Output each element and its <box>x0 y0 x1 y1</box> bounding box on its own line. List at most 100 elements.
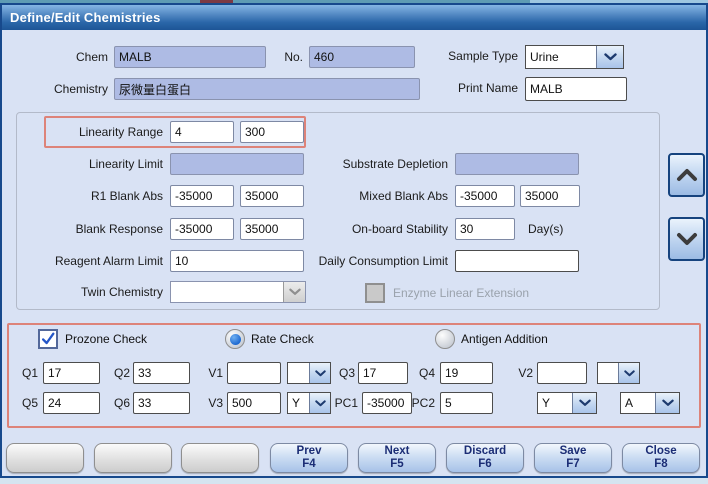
pc-flag1-dropdown-button[interactable] <box>572 393 596 413</box>
q4-field[interactable] <box>440 362 493 384</box>
pc-flag1-value: Y <box>538 393 572 413</box>
q1-label: Q1 <box>2 362 38 384</box>
v1-field[interactable] <box>227 362 281 384</box>
button-label: Discard <box>447 445 523 458</box>
chevron-down-icon <box>662 399 674 407</box>
dialog-title: Define/Edit Chemistries <box>10 10 161 25</box>
chevron-down-icon <box>579 399 591 407</box>
v1-label: V1 <box>187 362 223 384</box>
prev-button[interactable]: Prev F4 <box>270 443 348 473</box>
q6-field[interactable] <box>133 392 190 414</box>
button-fkey: F6 <box>447 458 523 471</box>
blank-response-low-field[interactable] <box>170 218 234 240</box>
scroll-down-button[interactable] <box>668 217 705 261</box>
button-fkey: F5 <box>359 458 435 471</box>
rate-check-radio[interactable] <box>225 329 245 349</box>
chem-label: Chem <box>2 46 108 68</box>
mixed-blank-abs-low-field[interactable] <box>455 185 515 207</box>
pc2-field[interactable] <box>440 392 493 414</box>
r1-blank-abs-low-field[interactable] <box>170 185 234 207</box>
twin-chemistry-dropdown-button <box>283 282 305 302</box>
v2-unit-dropdown-button[interactable] <box>618 363 639 383</box>
onboard-stability-label: On-board Stability <box>242 218 448 240</box>
button-fkey: F7 <box>535 458 611 471</box>
mixed-blank-abs-label: Mixed Blank Abs <box>242 185 448 207</box>
button-label: Close <box>623 445 699 458</box>
blank-response-label: Blank Response <box>2 218 163 240</box>
pc-flag2-select[interactable]: A <box>620 392 680 414</box>
q5-label: Q5 <box>2 392 38 414</box>
antigen-addition-radio[interactable] <box>435 329 455 349</box>
r1-blank-abs-label: R1 Blank Abs <box>2 185 163 207</box>
substrate-depletion-label: Substrate Depletion <box>242 153 448 175</box>
enzyme-linear-extension-label: Enzyme Linear Extension <box>393 283 529 303</box>
chevron-down-icon <box>624 370 635 377</box>
button-label: Prev <box>271 445 347 458</box>
v3-field[interactable] <box>227 392 281 414</box>
twin-chemistry-select <box>170 281 306 303</box>
mixed-blank-abs-high-field[interactable] <box>520 185 580 207</box>
define-edit-chemistries-dialog: Define/Edit Chemistries Chem No. Sample … <box>0 3 708 478</box>
pc-flag2-dropdown-button[interactable] <box>655 393 679 413</box>
q6-label: Q6 <box>92 392 130 414</box>
twin-chemistry-label: Twin Chemistry <box>2 281 163 303</box>
pc1-label: PC1 <box>322 392 358 414</box>
next-button[interactable]: Next F5 <box>358 443 436 473</box>
print-name-label: Print Name <box>382 77 518 99</box>
button-label: Next <box>359 445 435 458</box>
q2-label: Q2 <box>92 362 130 384</box>
no-label: No. <box>242 46 303 68</box>
v2-field[interactable] <box>537 362 587 384</box>
discard-button[interactable]: Discard F6 <box>446 443 524 473</box>
button-fkey: F8 <box>623 458 699 471</box>
dialog-body: Chem No. Sample Type Urine Chemistry Pri… <box>2 30 706 478</box>
chevron-down-icon <box>604 53 617 61</box>
v3-label: V3 <box>187 392 223 414</box>
linearity-range-label: Linearity Range <box>2 121 163 143</box>
sample-type-select[interactable]: Urine <box>525 45 624 69</box>
pc-flag2-value: A <box>621 393 655 413</box>
prozone-check-checkbox[interactable] <box>38 329 58 349</box>
chemistry-label: Chemistry <box>2 78 108 100</box>
pc2-label: PC2 <box>399 392 435 414</box>
enzyme-linear-extension-checkbox <box>365 283 385 303</box>
twin-chemistry-value <box>171 282 283 302</box>
save-button[interactable]: Save F7 <box>534 443 612 473</box>
pc-flag1-select[interactable]: Y <box>537 392 597 414</box>
rate-check-label: Rate Check <box>251 329 314 349</box>
chevron-down-icon <box>676 232 698 246</box>
onboard-stability-field[interactable] <box>455 218 515 240</box>
v3-unit-value: Y <box>288 393 309 413</box>
daily-consumption-limit-label: Daily Consumption Limit <box>242 250 448 272</box>
blank-button-3[interactable] <box>181 443 259 473</box>
v2-unit-select[interactable] <box>597 362 640 384</box>
sample-type-value: Urine <box>526 46 596 68</box>
v2-label: V2 <box>497 362 533 384</box>
button-label: Save <box>535 445 611 458</box>
antigen-addition-label: Antigen Addition <box>461 329 548 349</box>
substrate-depletion-field <box>455 153 579 175</box>
sample-type-label: Sample Type <box>382 45 518 67</box>
print-name-field[interactable] <box>525 77 627 101</box>
screen: Define/Edit Chemistries Chem No. Sample … <box>0 0 708 484</box>
sample-type-dropdown-button[interactable] <box>596 46 623 68</box>
linearity-range-high-field[interactable] <box>240 121 304 143</box>
chevron-up-icon <box>676 168 698 182</box>
q3-label: Q3 <box>319 362 355 384</box>
radio-dot <box>230 334 241 345</box>
chemistry-field[interactable] <box>114 78 420 100</box>
reagent-alarm-limit-label: Reagent Alarm Limit <box>2 250 163 272</box>
scroll-up-button[interactable] <box>668 153 705 197</box>
daily-consumption-limit-field[interactable] <box>455 250 579 272</box>
button-fkey: F4 <box>271 458 347 471</box>
v2-unit-value <box>598 363 618 383</box>
q2-field[interactable] <box>133 362 190 384</box>
v1-unit-value <box>288 363 309 383</box>
onboard-stability-unit: Day(s) <box>528 218 563 240</box>
blank-button-1[interactable] <box>6 443 84 473</box>
linearity-range-low-field[interactable] <box>170 121 234 143</box>
blank-button-2[interactable] <box>94 443 172 473</box>
close-button[interactable]: Close F8 <box>622 443 700 473</box>
q4-label: Q4 <box>399 362 435 384</box>
prozone-check-label: Prozone Check <box>65 329 147 349</box>
